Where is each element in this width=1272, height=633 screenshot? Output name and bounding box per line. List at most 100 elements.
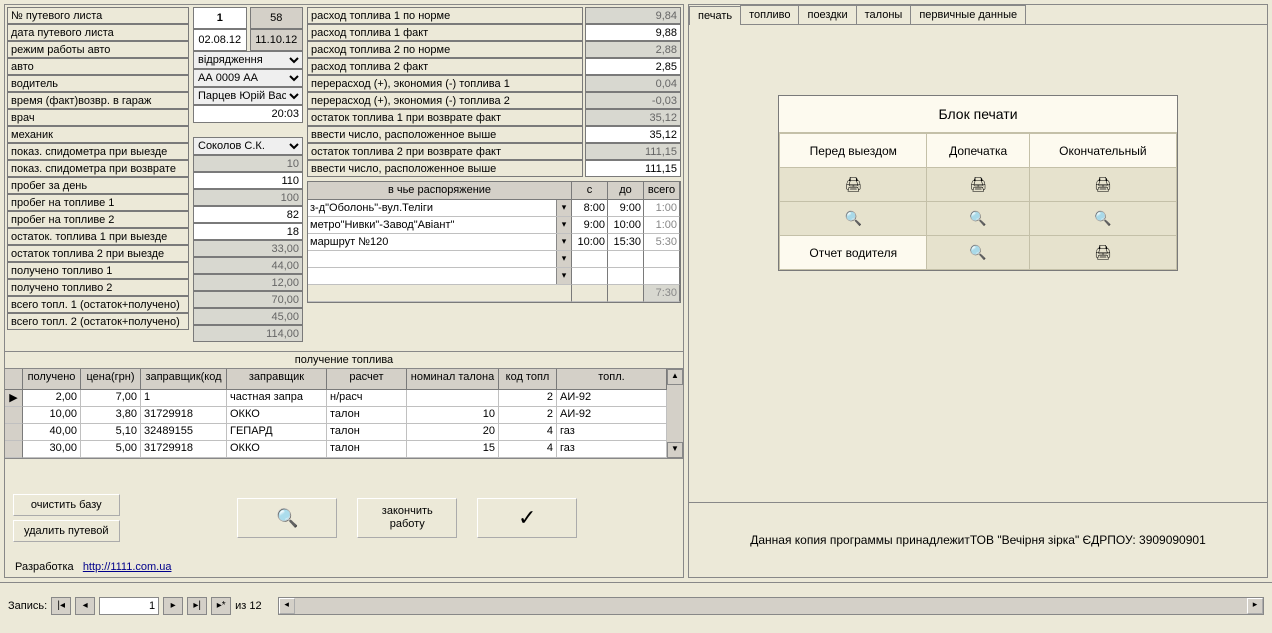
disp-row-from[interactable]: 10:00	[572, 234, 608, 251]
cell-got[interactable]: 2,00	[23, 390, 81, 407]
nav-next-button[interactable]: ▸	[163, 597, 183, 615]
fuel-v9[interactable]: 111,15	[585, 160, 681, 177]
row-selector[interactable]: ▶	[5, 390, 23, 407]
disp-row-name[interactable]: метро"Нивки"-Завод"Авіант"▾	[308, 217, 572, 234]
cell-tcode[interactable]: 2	[499, 407, 557, 424]
print-final-button[interactable]: 🖨	[1029, 168, 1176, 202]
nav-prev-button[interactable]: ◂	[75, 597, 95, 615]
cell-calc[interactable]: талон	[327, 407, 407, 424]
fueltable-scroll-down-icon[interactable]: ▼	[667, 442, 683, 458]
cell-fcode[interactable]: 1	[141, 390, 227, 407]
cell-tname[interactable]: АИ-92	[557, 390, 667, 407]
chevron-down-icon[interactable]: ▾	[556, 234, 571, 250]
cell-tname[interactable]: газ	[557, 441, 667, 458]
tab-топливо[interactable]: топливо	[740, 5, 799, 24]
row-selector[interactable]	[5, 424, 23, 441]
return-time-val[interactable]: 20:03	[193, 105, 303, 123]
disp-row-to[interactable]: 9:00	[608, 200, 644, 217]
run-fuel2-val[interactable]: 18	[193, 223, 303, 240]
cell-price[interactable]: 7,00	[81, 390, 141, 407]
disp-row-from[interactable]	[572, 251, 608, 268]
cell-tcode[interactable]: 4	[499, 424, 557, 441]
credits-link[interactable]: http://1111.com.ua	[83, 561, 172, 573]
cell-calc[interactable]: талон	[327, 424, 407, 441]
cell-fcode[interactable]: 31729918	[141, 441, 227, 458]
mechanic-select[interactable]: Соколов С.К.	[193, 137, 303, 155]
fuel-v3[interactable]: 2,85	[585, 58, 681, 75]
run-fuel1-val[interactable]: 82	[193, 206, 303, 223]
cell-price[interactable]: 5,10	[81, 424, 141, 441]
preview-before-button[interactable]: 🔍	[780, 202, 927, 236]
cell-calc[interactable]: н/расч	[327, 390, 407, 407]
find-button[interactable]: 🔍	[237, 498, 337, 538]
record-label: Запись:	[8, 600, 47, 612]
cell-price[interactable]: 5,00	[81, 441, 141, 458]
nav-first-button[interactable]: |◂	[51, 597, 71, 615]
cell-fname[interactable]: ГЕПАРД	[227, 424, 327, 441]
date-from[interactable]: 02.08.12	[193, 29, 247, 51]
cell-fcode[interactable]: 32489155	[141, 424, 227, 441]
disp-row-from[interactable]: 9:00	[572, 217, 608, 234]
cell-got[interactable]: 10,00	[23, 407, 81, 424]
waybill-num-a[interactable]: 1	[193, 7, 247, 29]
tab-печать[interactable]: печать	[689, 6, 741, 25]
disp-row-to[interactable]	[608, 251, 644, 268]
cell-fname[interactable]: частная запра	[227, 390, 327, 407]
finish-button[interactable]: закончить работу	[357, 498, 457, 538]
cell-fcode[interactable]: 31729918	[141, 407, 227, 424]
row-selector[interactable]	[5, 407, 23, 424]
print-add-button[interactable]: 🖨	[927, 168, 1029, 202]
chevron-down-icon[interactable]: ▾	[556, 200, 571, 216]
disp-row-name[interactable]: ▾	[308, 268, 572, 285]
delete-waybill-button[interactable]: удалить путевой	[13, 520, 120, 542]
cell-nominal[interactable]: 15	[407, 441, 499, 458]
fuel-v7[interactable]: 35,12	[585, 126, 681, 143]
preview-add-button[interactable]: 🔍	[927, 202, 1029, 236]
chevron-down-icon[interactable]: ▾	[556, 268, 571, 284]
tab-первичные данные[interactable]: первичные данные	[910, 5, 1026, 24]
cell-tname[interactable]: газ	[557, 424, 667, 441]
tab-талоны[interactable]: талоны	[856, 5, 912, 24]
mode-select[interactable]: відрядження	[193, 51, 303, 69]
cell-nominal[interactable]: 20	[407, 424, 499, 441]
confirm-button[interactable]: ✓	[477, 498, 577, 538]
cell-nominal[interactable]	[407, 390, 499, 407]
disp-row-to[interactable]: 15:30	[608, 234, 644, 251]
cell-tname[interactable]: АИ-92	[557, 407, 667, 424]
chevron-down-icon[interactable]: ▾	[556, 251, 571, 267]
print-before-button[interactable]: 🖨	[780, 168, 927, 202]
cell-price[interactable]: 3,80	[81, 407, 141, 424]
disp-row-from[interactable]	[572, 268, 608, 285]
chevron-down-icon[interactable]: ▾	[556, 217, 571, 233]
driver-report-print-button[interactable]: 🖨	[1029, 236, 1176, 270]
driver-select[interactable]: Парцев Юрій Васи.	[193, 87, 303, 105]
cell-calc[interactable]: талон	[327, 441, 407, 458]
disp-row-name[interactable]: маршрут №120▾	[308, 234, 572, 251]
cell-fname[interactable]: ОККО	[227, 441, 327, 458]
hscroll-right-icon[interactable]: ▸	[1247, 598, 1263, 614]
disp-row-to[interactable]: 10:00	[608, 217, 644, 234]
cell-got[interactable]: 40,00	[23, 424, 81, 441]
cell-fname[interactable]: ОККО	[227, 407, 327, 424]
nav-new-button[interactable]: ▸*	[211, 597, 231, 615]
auto-select[interactable]: АА 0009 АА	[193, 69, 303, 87]
disp-row-name[interactable]: ▾	[308, 251, 572, 268]
record-number-input[interactable]: 1	[99, 597, 159, 615]
fueltable-scroll-up-icon[interactable]: ▲	[667, 369, 683, 385]
disp-row-name[interactable]: з-д"Оболонь"-вул.Теліги▾	[308, 200, 572, 217]
cell-tcode[interactable]: 2	[499, 390, 557, 407]
hscroll-left-icon[interactable]: ◂	[279, 598, 295, 614]
fuel-v1[interactable]: 9,88	[585, 24, 681, 41]
disp-row-from[interactable]: 8:00	[572, 200, 608, 217]
nav-last-button[interactable]: ▸|	[187, 597, 207, 615]
spd-in-val[interactable]: 110	[193, 172, 303, 189]
tab-поездки[interactable]: поездки	[798, 5, 856, 24]
cell-got[interactable]: 30,00	[23, 441, 81, 458]
clear-db-button[interactable]: очистить базу	[13, 494, 120, 516]
row-selector[interactable]	[5, 441, 23, 458]
disp-row-to[interactable]	[608, 268, 644, 285]
preview-final-button[interactable]: 🔍	[1029, 202, 1176, 236]
cell-tcode[interactable]: 4	[499, 441, 557, 458]
cell-nominal[interactable]: 10	[407, 407, 499, 424]
driver-report-preview-button[interactable]: 🔍	[927, 236, 1029, 270]
